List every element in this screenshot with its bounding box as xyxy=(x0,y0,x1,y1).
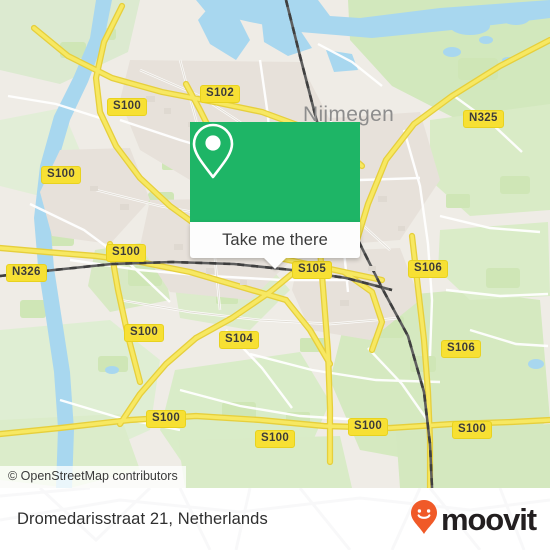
road-shield: S100 xyxy=(124,324,165,342)
road-shield: S100 xyxy=(107,98,148,116)
moovit-map-screenshot: Nijmegen S102 S100 N325 S100 S100 N326 S… xyxy=(0,0,550,550)
moovit-logo[interactable]: moovit xyxy=(409,499,537,540)
road-shield: S106 xyxy=(408,260,449,278)
osm-attribution[interactable]: © OpenStreetMap contributors xyxy=(0,466,186,488)
moovit-wordmark: moovit xyxy=(440,501,537,537)
take-me-there-label: Take me there xyxy=(222,230,328,249)
callout-tail-icon xyxy=(263,257,287,269)
map-canvas[interactable]: Nijmegen S102 S100 N325 S100 S100 N326 S… xyxy=(0,0,550,488)
location-callout[interactable]: Take me there xyxy=(190,122,360,269)
road-shield: S100 xyxy=(41,166,82,184)
road-shield: S104 xyxy=(219,331,260,349)
take-me-there-button[interactable]: Take me there xyxy=(190,222,360,269)
bottom-info-bar: Dromedarisstraat 21, Netherlands moovit xyxy=(0,488,550,550)
road-shield: N326 xyxy=(6,264,47,282)
road-shield: S105 xyxy=(292,261,333,279)
road-shield: S100 xyxy=(452,421,493,439)
road-shield: N325 xyxy=(463,110,504,128)
callout-pin-area xyxy=(190,122,360,222)
road-shield: S100 xyxy=(348,418,389,436)
road-shield: S102 xyxy=(200,85,241,103)
road-shield: S100 xyxy=(106,244,147,262)
moovit-smiley-pin-icon xyxy=(409,499,439,540)
road-shield: S100 xyxy=(146,410,187,428)
road-shield: S100 xyxy=(255,430,296,448)
road-shield: S106 xyxy=(441,340,482,358)
address-label: Dromedarisstraat 21, Netherlands xyxy=(17,509,268,528)
